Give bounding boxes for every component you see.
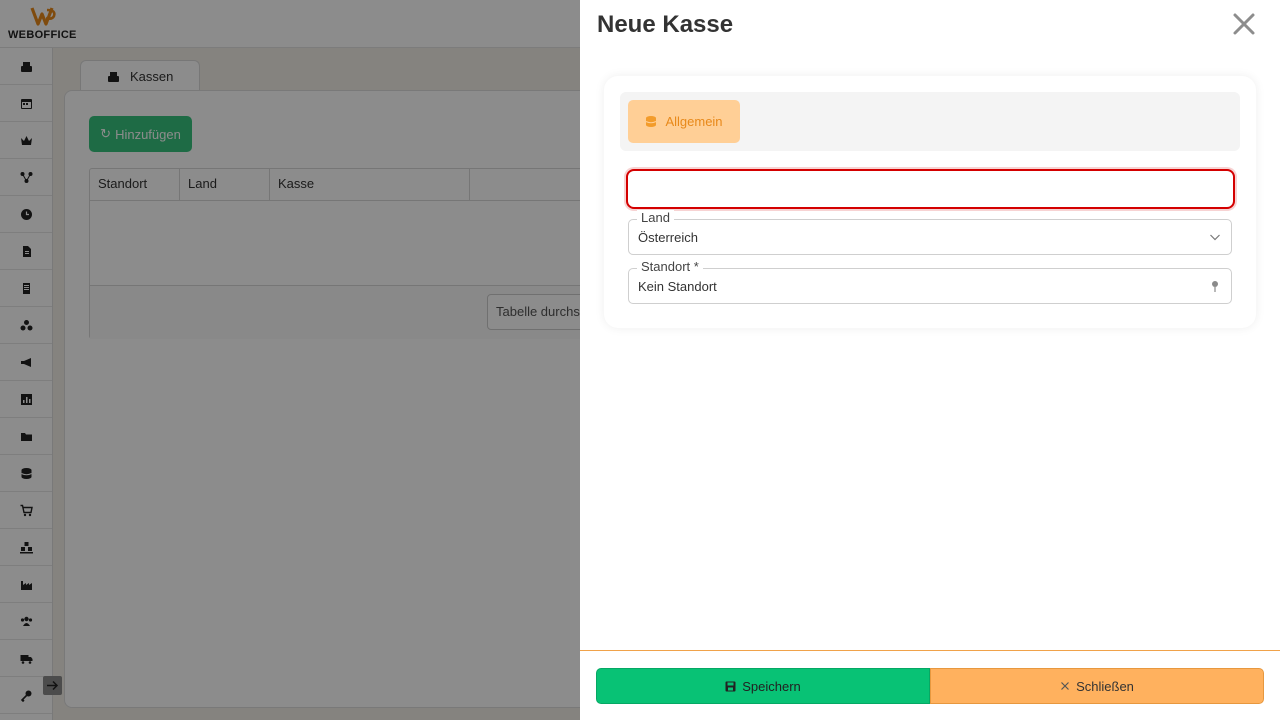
map-pin-icon[interactable] bbox=[1209, 280, 1221, 292]
database-icon bbox=[646, 116, 657, 127]
location-value: Kein Standort bbox=[638, 279, 717, 294]
country-select[interactable]: Land Österreich bbox=[628, 210, 1232, 255]
form-tabbar: Allgemein bbox=[620, 92, 1240, 151]
drawer-title: Neue Kasse bbox=[597, 11, 734, 38]
save-button[interactable]: Speichern bbox=[596, 668, 930, 704]
country-label: Land bbox=[637, 210, 674, 225]
location-label: Standort * bbox=[637, 259, 703, 274]
chevron-down-icon bbox=[1210, 234, 1220, 241]
location-field[interactable]: Standort * Kein Standort bbox=[628, 259, 1232, 304]
tab-allgemein-label: Allgemein bbox=[665, 114, 723, 129]
close-button-label: Schließen bbox=[1076, 678, 1134, 694]
form-card: Allgemein Land Österreich Standort * Kei… bbox=[604, 76, 1256, 328]
close-icon[interactable] bbox=[1232, 12, 1256, 36]
country-value: Österreich bbox=[638, 230, 698, 245]
save-icon bbox=[725, 681, 736, 691]
tab-allgemein[interactable]: Allgemein bbox=[628, 100, 740, 143]
modal-backdrop[interactable] bbox=[0, 0, 580, 720]
drawer-footer: Speichern Schließen bbox=[580, 650, 1280, 720]
register-name-input[interactable] bbox=[626, 169, 1235, 209]
new-register-drawer: Neue Kasse Allgemein Land Österreich Sta… bbox=[580, 0, 1280, 720]
save-button-label: Speichern bbox=[742, 678, 801, 694]
close-button[interactable]: Schließen bbox=[930, 668, 1264, 704]
close-icon bbox=[1061, 682, 1070, 690]
